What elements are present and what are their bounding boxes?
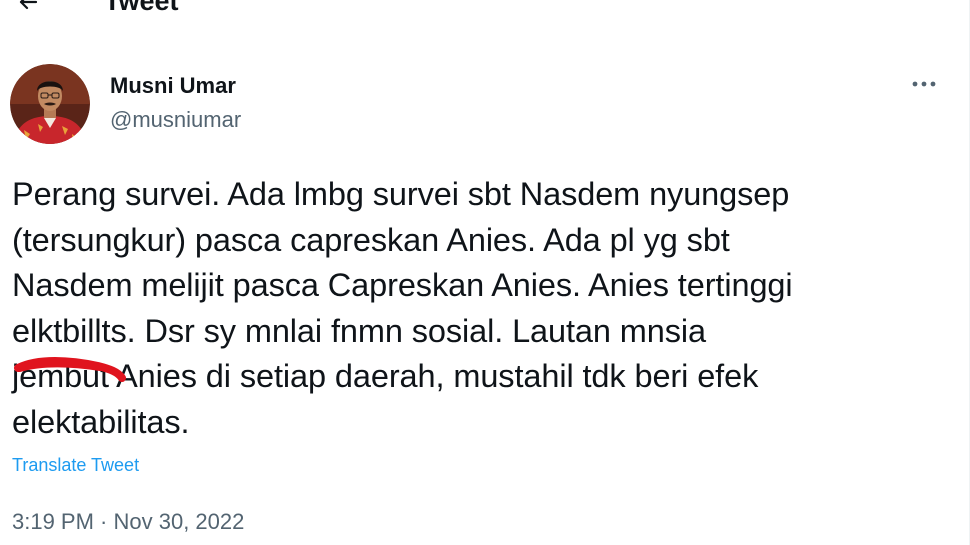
translate-tweet-link[interactable]: Translate Tweet — [12, 453, 139, 477]
tweet-text-line: jembut Anies di setiap daerah, mustahil … — [12, 358, 759, 395]
tweet-text-line: elektabilitas. — [12, 403, 190, 440]
tweet-text: Perang survei. Ada lmbg survei sbt Nasde… — [12, 172, 952, 446]
tweet-text-line: elktbillts. Dsr sy mnlai fnmn sosial. La… — [12, 312, 707, 349]
tweet-text-line: Nasdem melijit pasca Capreskan Anies. An… — [12, 267, 793, 304]
tweet-header: Tweet — [0, 0, 970, 30]
tweet-timestamp[interactable]: 3:19 PM · Nov 30, 2022 — [12, 507, 244, 537]
tweet-text-line: Perang survei. Ada lmbg survei sbt Nasde… — [12, 176, 790, 212]
arrow-left-icon[interactable] — [16, 0, 40, 14]
author-handle[interactable]: @musniumar — [110, 106, 241, 134]
more-horizontal-icon[interactable] — [910, 74, 938, 94]
author-name[interactable]: Musni Umar — [110, 72, 236, 100]
red-redaction-scribble — [14, 357, 126, 382]
tweet-text-line: (tersungkur) pasca capreskan Anies. Ada … — [12, 221, 730, 258]
avatar[interactable] — [10, 64, 90, 144]
page-title: Tweet — [104, 0, 179, 16]
